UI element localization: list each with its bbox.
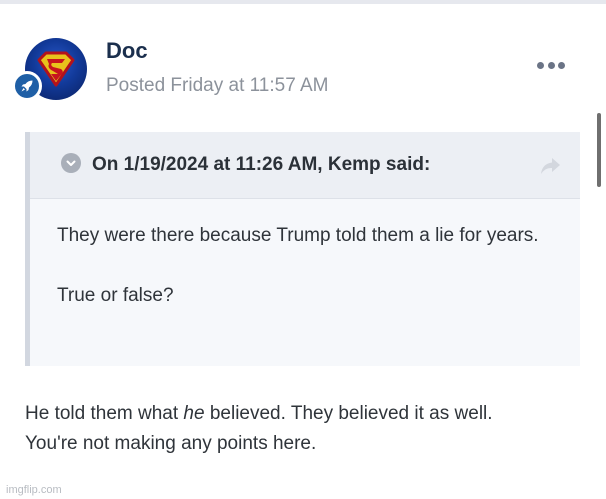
top-divider (0, 0, 606, 4)
watermark: imgflip.com (6, 484, 62, 496)
quote-citation[interactable]: On 1/19/2024 at 11:26 AM, Kemp said: (92, 153, 430, 177)
share-arrow-icon[interactable] (539, 156, 561, 176)
post-text: believed. They believed it as well. (204, 403, 493, 424)
post-emphasis: he (183, 403, 205, 424)
rank-badge (12, 71, 42, 101)
post-text: He told them what (25, 403, 184, 424)
more-options-icon[interactable] (537, 58, 565, 72)
chevron-down-icon[interactable] (61, 153, 81, 173)
post-body: He told them what he believed. They beli… (25, 399, 585, 459)
post-line: You're not making any points here. (25, 433, 317, 454)
quote-block: On 1/19/2024 at 11:26 AM, Kemp said: The… (25, 132, 580, 366)
author-name[interactable]: Doc (106, 38, 148, 64)
quote-line: True or false? (57, 285, 174, 306)
chevron-glyph (66, 160, 76, 166)
scrollbar-thumb[interactable] (597, 113, 601, 187)
rocket-icon (21, 80, 33, 92)
dot (537, 61, 544, 69)
post-line: He told them what he believed. They beli… (25, 399, 585, 429)
quote-header: On 1/19/2024 at 11:26 AM, Kemp said: (30, 132, 580, 199)
quote-text: They were there because Trump told them … (57, 221, 557, 311)
quote-line: They were there because Trump told them … (57, 225, 539, 246)
dot (547, 61, 555, 69)
post-timestamp[interactable]: Posted Friday at 11:57 AM (106, 74, 329, 98)
dot (558, 61, 565, 69)
